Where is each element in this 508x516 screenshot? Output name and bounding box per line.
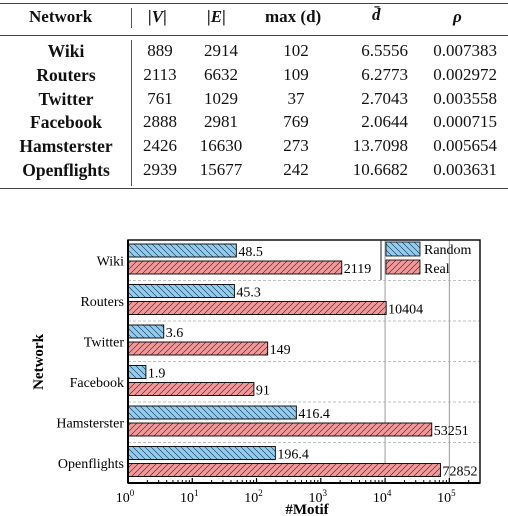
bar-value-label: 416.4 [298, 407, 330, 422]
cell-density: 0.000715 [433, 112, 497, 132]
bar-value-label: 2119 [344, 262, 371, 277]
bar-value-label: 45.3 [236, 286, 261, 301]
header-density: ρ [453, 7, 462, 26]
legend-label-real: Real [424, 262, 450, 277]
header-avg-degree: d̄ [372, 5, 381, 24]
x-tick-label: 100 [116, 488, 135, 506]
motif-count-chart: 48.5211945.3104043.61491.991416.45325119… [31, 239, 481, 516]
bar-real [127, 382, 255, 396]
x-tick-exponent: 2 [258, 488, 263, 498]
table-bottom-rule [0, 188, 508, 189]
bar-value-label: 1.9 [148, 367, 166, 382]
x-tick-base: 10 [116, 491, 130, 506]
bar-random [127, 365, 147, 379]
bar-value-label: 149 [270, 343, 291, 358]
bar-real [127, 463, 441, 477]
bar-real [127, 341, 269, 356]
bar-random [127, 405, 297, 420]
bar-random [127, 324, 165, 339]
y-tick-label: Openflights [58, 457, 124, 472]
x-tick-exponent: 1 [194, 488, 199, 498]
legend-swatch-real [385, 259, 421, 275]
x-tick-label: 101 [180, 488, 199, 506]
x-tick-base: 10 [244, 491, 258, 506]
cell-density: 0.005654 [433, 136, 497, 156]
x-tick-exponent: 4 [387, 488, 392, 498]
header-max-degree: max (d) [265, 7, 322, 26]
header-network: Network [29, 7, 93, 26]
cell-density: 0.007383 [433, 41, 497, 60]
bar-value-label: 48.5 [238, 245, 263, 260]
bar-real [127, 422, 433, 437]
y-tick-label: Wiki [97, 254, 125, 269]
y-tick-label: Routers [80, 295, 124, 310]
header-vertices: |V| [148, 7, 167, 26]
bar-random [127, 243, 237, 258]
x-tick-base: 10 [180, 491, 194, 506]
bar-value-label: 91 [256, 384, 270, 399]
bar-random [127, 284, 235, 298]
bar-value-label: 53251 [434, 424, 469, 439]
x-tick-exponent: 0 [130, 488, 135, 498]
x-tick-base: 10 [437, 491, 451, 506]
x-tick-label: 105 [437, 488, 456, 506]
x-tick-base: 10 [373, 491, 387, 506]
bar-real [127, 301, 387, 315]
chart-legend: Random Real [380, 240, 472, 280]
header-edges: |E| [207, 7, 226, 26]
cell-density: 0.003558 [433, 88, 497, 108]
y-tick-label: Twitter [84, 335, 125, 350]
bar-value-label: 196.4 [277, 448, 309, 463]
x-tick-label: 102 [244, 488, 263, 506]
x-axis-label: #Motif [285, 502, 329, 516]
header-column-separator [131, 8, 132, 28]
bar-real [127, 260, 343, 275]
y-tick-label: Facebook [70, 376, 124, 391]
table-top-rule [0, 3, 508, 4]
bar-value-label: 10404 [388, 303, 423, 318]
bar-random [127, 446, 276, 460]
cell-density: 0.002972 [433, 64, 497, 84]
cell-density: 0.003631 [433, 160, 497, 179]
legend-label-random: Random [424, 243, 472, 258]
table-header-rule [0, 35, 508, 36]
legend-swatch-random [385, 241, 421, 257]
y-tick-label: Hamsterster [56, 416, 124, 431]
bar-value-label: 3.6 [166, 326, 184, 341]
x-tick-label: 104 [373, 488, 392, 506]
bar-value-label: 72852 [442, 465, 477, 480]
x-tick-exponent: 3 [323, 488, 328, 498]
x-tick-exponent: 5 [451, 488, 456, 498]
y-axis-label: Network [31, 333, 47, 389]
